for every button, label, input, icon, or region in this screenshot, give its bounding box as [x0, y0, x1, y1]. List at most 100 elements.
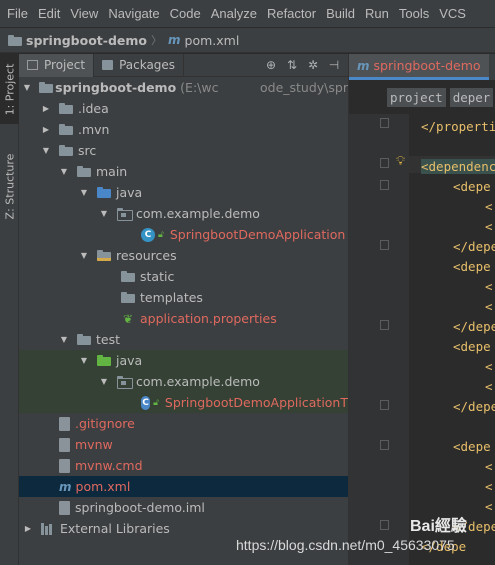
- editor-tab-pom[interactable]: m springboot-demo: [349, 54, 489, 80]
- hide-icon[interactable]: ⊣: [326, 57, 342, 73]
- tree-item-label: External Libraries: [60, 521, 170, 536]
- fold-marker-icon[interactable]: [380, 440, 389, 450]
- tab-project-tool-label: 1: Project: [3, 63, 16, 115]
- project-view-icon: [27, 60, 38, 70]
- tool-window-stripe: 1: Project Z: Structure: [0, 54, 19, 565]
- tree-item-test-java[interactable]: ▼ java: [19, 350, 348, 371]
- editor-gutter: [349, 114, 409, 565]
- fold-marker-icon[interactable]: [380, 240, 389, 250]
- collapse-all-icon[interactable]: ⇅: [284, 57, 300, 73]
- menu-edit[interactable]: Edit: [33, 6, 65, 21]
- root-name: springboot-demo: [55, 80, 177, 95]
- tree-item-java[interactable]: ▼ java: [19, 182, 348, 203]
- menu-refactor[interactable]: Refactor: [262, 6, 321, 21]
- tree-item-label: pom.xml: [75, 479, 131, 494]
- xml-crumb-dependencies[interactable]: deper: [449, 87, 494, 107]
- fold-marker-icon[interactable]: [380, 180, 389, 190]
- package-icon: [117, 376, 133, 389]
- tree-item-test[interactable]: ▼ test: [19, 329, 348, 350]
- tree-item-label: application.properties: [140, 311, 277, 326]
- maven-icon: m: [357, 58, 370, 73]
- tree-item-resources[interactable]: ▼ resources: [19, 245, 348, 266]
- chevron-down-icon: ▼: [23, 83, 31, 92]
- chevron-right-icon: 〉: [151, 34, 163, 47]
- tree-item-test-class[interactable]: C 🔓︎ SpringbootDemoApplicationT: [19, 392, 348, 413]
- tree-item-pom[interactable]: m pom.xml: [19, 476, 348, 497]
- breadcrumb-project[interactable]: springboot-demo: [8, 33, 147, 48]
- tree-item-main-package[interactable]: ▼ com.example.demo: [19, 203, 348, 224]
- menu-navigate[interactable]: Navigate: [103, 6, 164, 21]
- maven-icon: m: [168, 33, 181, 47]
- tree-item-main[interactable]: ▼ main: [19, 161, 348, 182]
- chevron-down-icon: ▼: [60, 167, 68, 176]
- code-line: <: [485, 499, 493, 514]
- file-icon: [59, 500, 70, 515]
- menu-run[interactable]: Run: [360, 6, 394, 21]
- tree-item-label: resources: [116, 248, 177, 263]
- folder-icon: [121, 271, 135, 282]
- test-folder-icon: [97, 355, 111, 366]
- chevron-down-icon: ▼: [80, 188, 88, 197]
- tree-item-mvn[interactable]: ▶ .mvn: [19, 119, 348, 140]
- gear-icon[interactable]: ✲: [305, 57, 321, 73]
- tree-item-gitignore[interactable]: .gitignore: [19, 413, 348, 434]
- tree-item-idea[interactable]: ▶ .idea: [19, 98, 348, 119]
- menu-file[interactable]: File: [2, 6, 33, 21]
- tree-item-label: mvnw: [75, 437, 113, 452]
- editor-breadcrumb: project deper: [348, 80, 495, 114]
- tree-item-main-class[interactable]: C 🔓︎ SpringbootDemoApplication: [19, 224, 348, 245]
- source-folder-icon: [97, 187, 111, 198]
- tree-item-mvnw[interactable]: mvnw: [19, 434, 348, 455]
- tree-item-test-package[interactable]: ▼ com.example.demo: [19, 371, 348, 392]
- lock-icon: 🔓︎: [153, 397, 159, 408]
- menu-tools[interactable]: Tools: [394, 6, 434, 21]
- code-line: </depe: [453, 239, 495, 254]
- menu-build[interactable]: Build: [321, 6, 360, 21]
- menu-analyze[interactable]: Analyze: [206, 6, 262, 21]
- fold-marker-icon[interactable]: [380, 118, 389, 128]
- tab-packages-view[interactable]: Packages: [94, 53, 185, 77]
- xml-crumb-project[interactable]: project: [387, 87, 446, 107]
- tab-project-view[interactable]: Project: [19, 53, 95, 77]
- tree-root[interactable]: ▼ springboot-demo (E:\wc ode_study\spr: [19, 77, 348, 98]
- breadcrumb-file[interactable]: m pom.xml: [168, 33, 239, 48]
- tree-item-mvnw-cmd[interactable]: mvnw.cmd: [19, 455, 348, 476]
- tree-item-templates[interactable]: templates: [19, 287, 348, 308]
- tree-item-label: springboot-demo.iml: [75, 500, 205, 515]
- folder-icon: [59, 103, 73, 114]
- code-line: <depe: [453, 259, 491, 274]
- menu-bar: File Edit View Navigate Code Analyze Ref…: [0, 0, 495, 28]
- tree-item-label: src: [78, 143, 97, 158]
- tree-item-label: static: [140, 269, 175, 284]
- chevron-down-icon: ▼: [100, 209, 108, 218]
- fold-marker-icon[interactable]: [380, 520, 389, 530]
- tree-item-label: mvnw.cmd: [75, 458, 143, 473]
- spring-leaf-icon: ❦: [122, 311, 134, 326]
- lightbulb-icon[interactable]: 💡︎: [396, 154, 405, 169]
- menu-view[interactable]: View: [65, 6, 103, 21]
- tree-item-iml[interactable]: springboot-demo.iml: [19, 497, 348, 518]
- code-editor[interactable]: 💡︎ </propertie <dependenc <depe < < </de…: [348, 114, 495, 565]
- menu-code[interactable]: Code: [165, 6, 206, 21]
- fold-marker-icon[interactable]: [380, 320, 389, 330]
- tree-item-application-properties[interactable]: ❦ application.properties: [19, 308, 348, 329]
- tree-item-label: main: [96, 164, 128, 179]
- root-path: (E:\wc: [180, 80, 219, 95]
- tree-item-src[interactable]: ▼ src: [19, 140, 348, 161]
- tab-project-tool[interactable]: 1: Project: [0, 54, 19, 124]
- tree-item-label: .mvn: [78, 122, 110, 137]
- tree-item-external-libraries[interactable]: ▶ External Libraries: [19, 518, 348, 539]
- crosshair-icon[interactable]: ⊕: [263, 57, 279, 73]
- tree-item-static[interactable]: static: [19, 266, 348, 287]
- tree-item-label: SpringbootDemoApplicationT: [164, 395, 348, 410]
- package-icon: [102, 60, 114, 70]
- tab-packages-view-label: Packages: [119, 58, 176, 72]
- code-line: <: [485, 219, 493, 234]
- chevron-right-icon: ▶: [24, 524, 32, 533]
- folder-icon: [59, 145, 73, 156]
- project-tree: ▼ springboot-demo (E:\wc ode_study\spr ▶…: [19, 77, 348, 565]
- menu-vcs[interactable]: VCS: [434, 6, 471, 21]
- tab-structure-tool[interactable]: Z: Structure: [0, 146, 19, 226]
- fold-marker-icon[interactable]: [380, 158, 389, 168]
- fold-marker-icon[interactable]: [380, 400, 389, 410]
